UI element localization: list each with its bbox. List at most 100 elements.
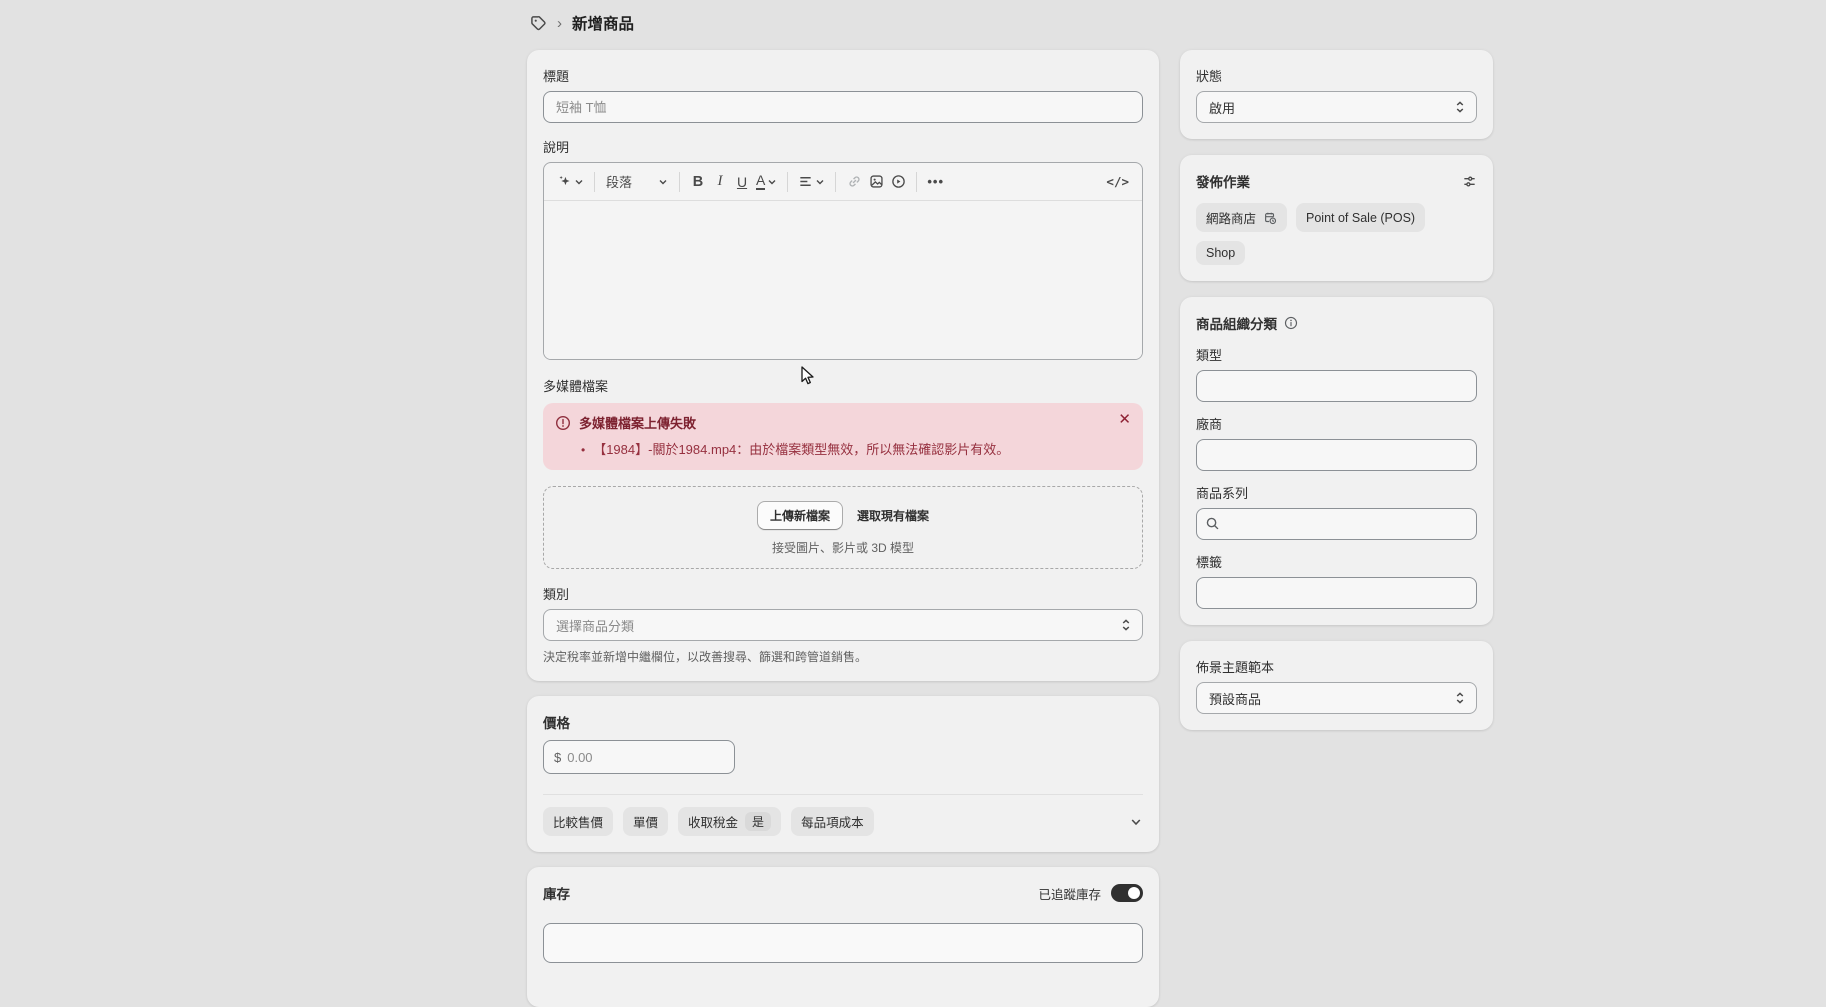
text-color-glyph: A — [756, 173, 765, 190]
chevron-down-icon[interactable] — [1129, 815, 1143, 829]
insert-video-icon[interactable] — [887, 169, 909, 195]
organization-heading: 商品組織分類 — [1196, 313, 1277, 333]
inventory-card: 庫存 已追蹤庫存 — [527, 867, 1159, 1007]
chevron-down-icon — [658, 177, 668, 187]
select-existing-file-button[interactable]: 選取現有檔案 — [857, 507, 929, 524]
collections-label: 商品系列 — [1196, 483, 1477, 502]
category-select-value: 選擇商品分類 — [556, 616, 634, 635]
calendar-clock-icon — [1263, 211, 1277, 225]
status-card: 狀態 啟用 — [1180, 50, 1493, 139]
vendor-input[interactable] — [1196, 439, 1477, 471]
toolbar-divider — [594, 172, 595, 192]
title-input[interactable] — [543, 91, 1143, 123]
pricing-heading: 價格 — [543, 712, 1143, 732]
theme-template-label: 佈景主題範本 — [1196, 657, 1477, 676]
media-dropzone[interactable]: 上傳新檔案 選取現有檔案 接受圖片、影片或 3D 模型 — [543, 486, 1143, 569]
collections-search-input[interactable] — [1196, 508, 1477, 540]
theme-template-card: 佈景主題範本 預設商品 — [1180, 641, 1493, 730]
channel-label: Shop — [1206, 246, 1235, 260]
inventory-quantity-field[interactable] — [543, 923, 1143, 963]
info-icon[interactable] — [1284, 316, 1298, 330]
code-view-icon[interactable]: </> — [1103, 169, 1132, 195]
vendor-label: 廠商 — [1196, 414, 1477, 433]
select-stepper-icon — [1454, 100, 1466, 114]
description-label: 說明 — [543, 137, 1143, 156]
underline-button[interactable]: U — [731, 169, 753, 195]
track-inventory-label: 已追蹤庫存 — [1038, 884, 1101, 903]
organization-card: 商品組織分類 類型 廠商 商品系列 標籤 — [1180, 297, 1493, 625]
status-select-value: 啟用 — [1209, 98, 1235, 117]
charge-tax-label: 收取稅金 — [688, 812, 738, 831]
channel-label: Point of Sale (POS) — [1306, 211, 1415, 225]
main-column: 標題 說明 段落 B I U — [527, 50, 1159, 1007]
cost-per-item-pill[interactable]: 每品項成本 — [791, 807, 874, 836]
category-label: 類別 — [543, 584, 1143, 603]
tags-input[interactable] — [1196, 577, 1477, 609]
breadcrumb: › 新增商品 — [530, 12, 634, 34]
toolbar-divider — [787, 172, 788, 192]
tags-label: 標籤 — [1196, 552, 1477, 571]
price-input[interactable] — [567, 750, 724, 765]
toolbar-divider — [916, 172, 917, 192]
theme-template-value: 預設商品 — [1209, 689, 1261, 708]
sidebar-column: 狀態 啟用 發佈作業 網路商店 — [1180, 50, 1493, 730]
link-icon[interactable] — [843, 169, 865, 195]
upload-new-file-button[interactable]: 上傳新檔案 — [757, 501, 843, 530]
media-label: 多媒體檔案 — [543, 376, 1143, 395]
currency-prefix: $ — [554, 750, 561, 765]
unit-price-pill[interactable]: 單價 — [623, 807, 668, 836]
category-select[interactable]: 選擇商品分類 — [543, 609, 1143, 641]
channel-shop-pill[interactable]: Shop — [1196, 241, 1245, 265]
channel-online-store-pill[interactable]: 網路商店 — [1196, 203, 1287, 232]
alert-circle-icon — [555, 415, 571, 431]
pricing-options-row: 比較售價 單價 收取稅金 是 每品項成本 — [543, 794, 1143, 836]
insert-image-icon[interactable] — [865, 169, 887, 195]
toolbar-divider — [679, 172, 680, 192]
pricing-card: 價格 $ 比較售價 單價 收取稅金 是 每品項成本 — [527, 696, 1159, 852]
title-label: 標題 — [543, 66, 1143, 85]
tag-icon[interactable] — [530, 15, 547, 32]
category-helper-text: 決定稅率並新增中繼欄位，以改善搜尋、篩選和跨管道銷售。 — [543, 648, 1143, 665]
error-title: 多媒體檔案上傳失敗 — [579, 413, 696, 432]
alignment-button[interactable] — [795, 169, 828, 195]
description-textarea[interactable] — [544, 201, 1142, 359]
paragraph-style-label: 段落 — [606, 172, 632, 191]
error-detail-text: 【1984】-關於1984.mp4：由於檔案類型無效，所以無法確認影片有效。 — [593, 439, 1009, 458]
product-details-card: 標題 說明 段落 B I U — [527, 50, 1159, 681]
sales-channels: 網路商店 Point of Sale (POS) Shop — [1196, 203, 1477, 265]
select-stepper-icon — [1120, 618, 1132, 632]
track-inventory-toggle[interactable] — [1111, 884, 1143, 902]
inventory-heading: 庫存 — [543, 883, 570, 903]
status-select[interactable]: 啟用 — [1196, 91, 1477, 123]
close-icon[interactable]: ✕ — [1118, 412, 1131, 427]
type-label: 類型 — [1196, 345, 1477, 364]
channel-label: 網路商店 — [1206, 208, 1256, 227]
charge-tax-value: 是 — [745, 812, 771, 831]
adjust-settings-icon[interactable] — [1462, 174, 1477, 189]
publishing-card: 發佈作業 網路商店 — [1180, 155, 1493, 281]
dropzone-hint: 接受圖片、影片或 3D 模型 — [554, 539, 1132, 556]
price-field[interactable]: $ — [543, 740, 735, 774]
paragraph-style-select[interactable]: 段落 — [602, 172, 672, 191]
publishing-heading: 發佈作業 — [1196, 171, 1250, 191]
text-color-button[interactable]: A — [753, 169, 780, 195]
status-label: 狀態 — [1196, 66, 1477, 85]
rich-text-editor: 段落 B I U A — [543, 162, 1143, 360]
italic-button[interactable]: I — [709, 169, 731, 195]
toolbar-divider — [835, 172, 836, 192]
bullet-point: • — [581, 443, 585, 457]
more-options-icon[interactable]: ••• — [924, 169, 947, 195]
chevron-down-icon — [767, 177, 777, 187]
theme-template-select[interactable]: 預設商品 — [1196, 682, 1477, 714]
ai-magic-icon[interactable] — [554, 169, 587, 195]
bold-button[interactable]: B — [687, 169, 709, 195]
page-title: 新增商品 — [572, 12, 634, 34]
editor-toolbar: 段落 B I U A — [544, 163, 1142, 201]
select-stepper-icon — [1454, 691, 1466, 705]
charge-tax-pill[interactable]: 收取稅金 是 — [678, 807, 781, 836]
media-upload-error-banner: 多媒體檔案上傳失敗 ✕ • 【1984】-關於1984.mp4：由於檔案類型無效… — [543, 403, 1143, 470]
channel-pos-pill[interactable]: Point of Sale (POS) — [1296, 203, 1425, 232]
breadcrumb-chevron-icon: › — [557, 16, 562, 31]
type-input[interactable] — [1196, 370, 1477, 402]
compare-at-price-pill[interactable]: 比較售價 — [543, 807, 613, 836]
